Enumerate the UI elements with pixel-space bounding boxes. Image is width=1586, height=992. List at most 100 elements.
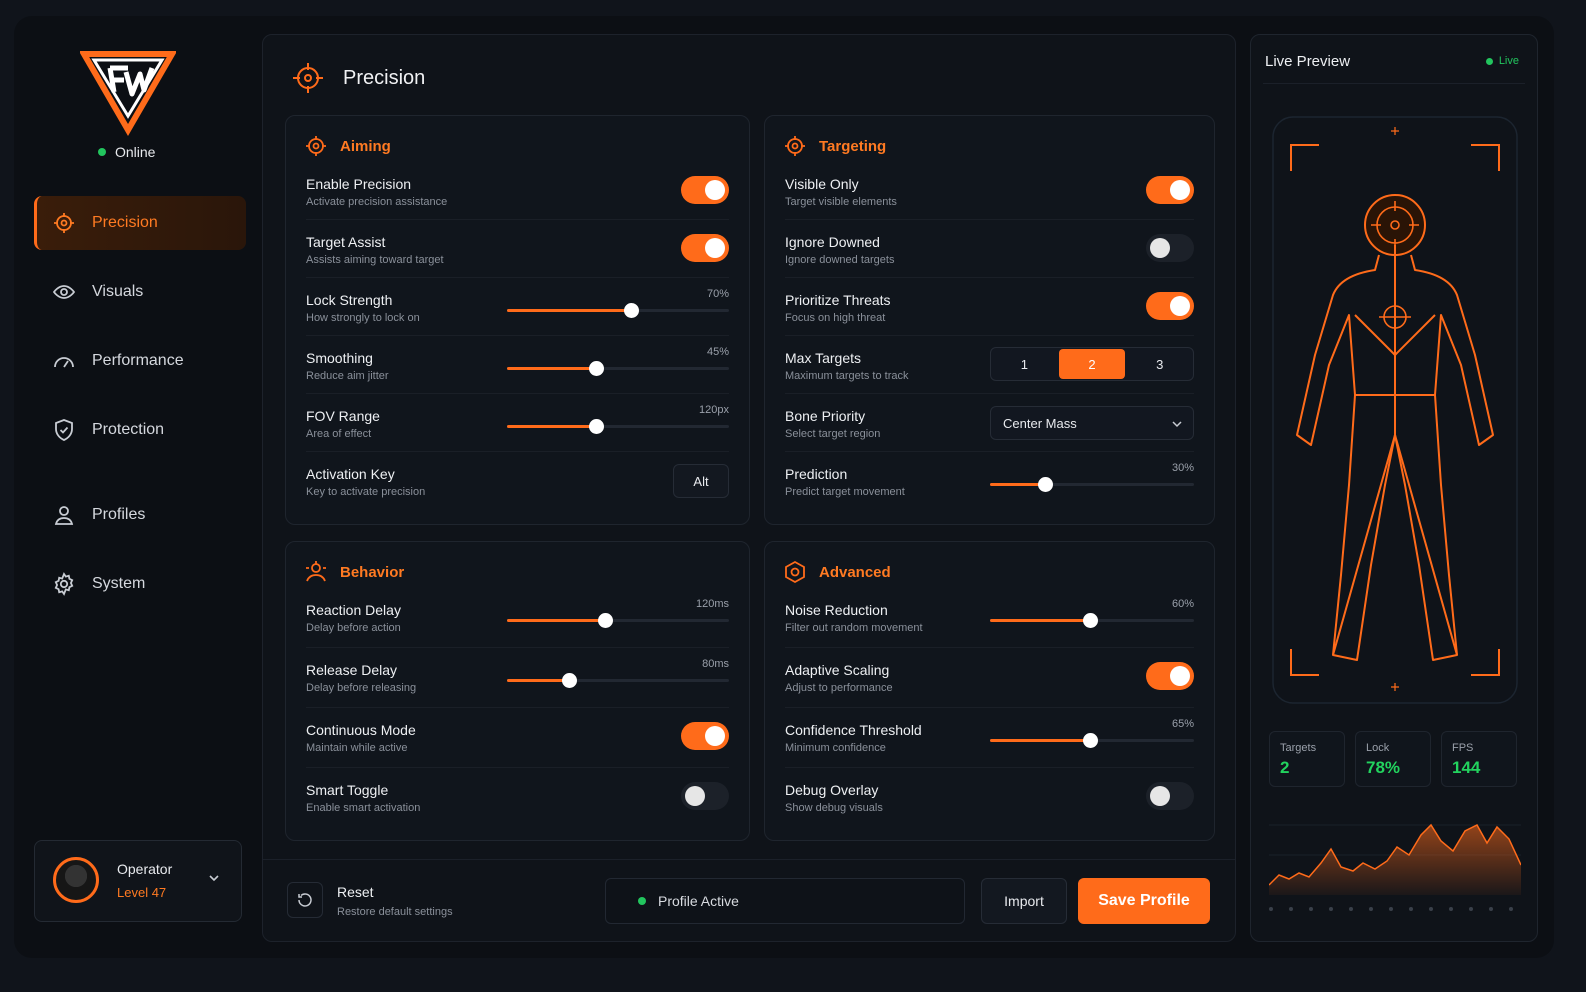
slider-knob[interactable] (588, 361, 604, 376)
slider-knob[interactable] (1082, 613, 1098, 628)
import-button[interactable]: Import (981, 878, 1067, 924)
debug-overlay-toggle[interactable] (1146, 782, 1194, 810)
gauge-icon (54, 357, 74, 368)
slider-value: 60% (1171, 598, 1194, 610)
card-title: Aiming (340, 137, 391, 155)
crosshair-icon (54, 213, 74, 233)
slider-knob[interactable] (1082, 733, 1098, 748)
slider-value: 120px (699, 404, 729, 416)
setting-subtitle: Delay before action (306, 622, 401, 634)
ignore-downed-toggle[interactable] (1146, 234, 1194, 262)
sidebar-item-label: System (92, 575, 146, 592)
divider (1263, 83, 1525, 84)
setting-title: Continuous Mode (306, 722, 416, 738)
setting-title: Activation Key (306, 466, 395, 482)
slider-track (990, 477, 1194, 492)
advanced-card: Advanced Noise Reduction Filter out rand… (764, 541, 1215, 841)
live-label: Live (1498, 55, 1519, 67)
reset-title[interactable]: Reset (337, 884, 374, 900)
setting-row: FOV Range Area of effect 120px (306, 394, 729, 452)
slider-knob[interactable] (597, 613, 613, 628)
reaction-delay-slider[interactable]: 120ms (507, 598, 729, 638)
hexagon-icon (785, 560, 805, 584)
slider-knob[interactable] (588, 419, 604, 434)
slider-knob[interactable] (562, 673, 578, 688)
action-bar: Reset Restore default settings Profile A… (263, 859, 1235, 943)
setting-row: Prioritize Threats Focus on high threat (785, 278, 1194, 336)
setting-title: FOV Range (306, 408, 380, 424)
stat-lock: Lock 78% (1355, 731, 1431, 787)
slider-value: 65% (1171, 718, 1194, 730)
activation-key-button[interactable]: Alt (673, 464, 729, 498)
setting-row: Ignore Downed Ignore downed targets (785, 220, 1194, 278)
target-assist-toggle[interactable] (681, 234, 729, 262)
card-title: Behavior (340, 563, 405, 581)
skeleton-preview (1272, 116, 1518, 704)
adaptive-scaling-toggle[interactable] (1146, 662, 1194, 690)
gear-icon (54, 572, 74, 596)
slider-knob[interactable] (1038, 477, 1054, 492)
profile-status-label: Profile Active (658, 893, 739, 909)
max-targets-option-3[interactable]: 3 (1126, 348, 1193, 380)
operator-card[interactable]: Operator Level 47 (34, 840, 242, 922)
sidebar-item-system[interactable]: System (34, 557, 246, 611)
save-profile-button[interactable]: Save Profile (1078, 878, 1210, 924)
max-targets-option-1[interactable]: 1 (991, 348, 1058, 380)
setting-subtitle: Adjust to performance (785, 682, 893, 694)
setting-subtitle: Minimum confidence (785, 742, 886, 754)
stat-targets: Targets 2 (1269, 731, 1345, 787)
stat-label: Targets (1280, 742, 1317, 754)
lock-strength-slider[interactable]: 70% (507, 288, 729, 328)
prediction-slider[interactable]: 30% (990, 462, 1194, 502)
sidebar-item-performance[interactable]: Performance (34, 334, 246, 388)
continuous-mode-toggle[interactable] (681, 722, 729, 750)
max-targets-option-2[interactable]: 2 (1058, 349, 1126, 379)
operator-name: Operator (117, 861, 173, 877)
eye-icon (52, 285, 76, 299)
enable-precision-toggle[interactable] (681, 176, 729, 204)
profile-status: Profile Active (605, 878, 965, 924)
slider-fill (507, 619, 605, 622)
shield-icon (55, 419, 73, 441)
page-title: Precision (343, 67, 426, 89)
reset-button[interactable] (287, 882, 323, 918)
noise-reduction-slider[interactable]: 60% (990, 598, 1194, 638)
reset-subtitle: Restore default settings (337, 906, 453, 918)
setting-title: Adaptive Scaling (785, 662, 890, 678)
advanced-header: Advanced (783, 560, 891, 584)
setting-subtitle: Filter out random movement (785, 622, 923, 634)
slider-fill (507, 679, 570, 682)
smart-toggle-toggle[interactable] (681, 782, 729, 810)
bone-priority-select[interactable]: Center Mass (990, 406, 1194, 440)
setting-row: Max Targets Maximum targets to track 1 2… (785, 336, 1194, 394)
setting-title: Visible Only (785, 176, 859, 192)
fov-range-slider[interactable]: 120px (507, 404, 729, 444)
stat-value: 78% (1366, 758, 1401, 777)
visible-only-toggle[interactable] (1146, 176, 1194, 204)
sidebar-item-label: Precision (92, 214, 158, 231)
stat-label: Lock (1366, 742, 1390, 754)
activity-sparkline (1269, 823, 1521, 911)
slider-fill (507, 425, 596, 428)
confidence-threshold-slider[interactable]: 65% (990, 718, 1194, 758)
sidebar-item-precision[interactable]: Precision (34, 196, 246, 250)
main-panel: Precision Aiming Enable Precision Activa… (262, 34, 1236, 942)
slider-fill (990, 619, 1090, 622)
sidebar-item-visuals[interactable]: Visuals (34, 265, 246, 319)
crosshair-icon (306, 136, 326, 156)
setting-title: Noise Reduction (785, 602, 888, 618)
avatar (53, 857, 99, 903)
setting-subtitle: Delay before releasing (306, 682, 417, 694)
sidebar-item-profiles[interactable]: Profiles (34, 488, 246, 542)
sidebar-item-protection[interactable]: Protection (34, 403, 246, 457)
setting-row: Confidence Threshold Minimum confidence … (785, 708, 1194, 768)
slider-knob[interactable] (624, 303, 640, 318)
chevron-down-icon[interactable] (207, 871, 221, 885)
smoothing-slider[interactable]: 45% (507, 346, 729, 386)
setting-subtitle: Maximum targets to track (785, 370, 909, 382)
setting-title: Release Delay (306, 662, 398, 678)
stat-fps: FPS 144 (1441, 731, 1517, 787)
release-delay-slider[interactable]: 80ms (507, 658, 729, 698)
prioritize-threats-toggle[interactable] (1146, 292, 1194, 320)
slider-fill (990, 483, 1046, 486)
